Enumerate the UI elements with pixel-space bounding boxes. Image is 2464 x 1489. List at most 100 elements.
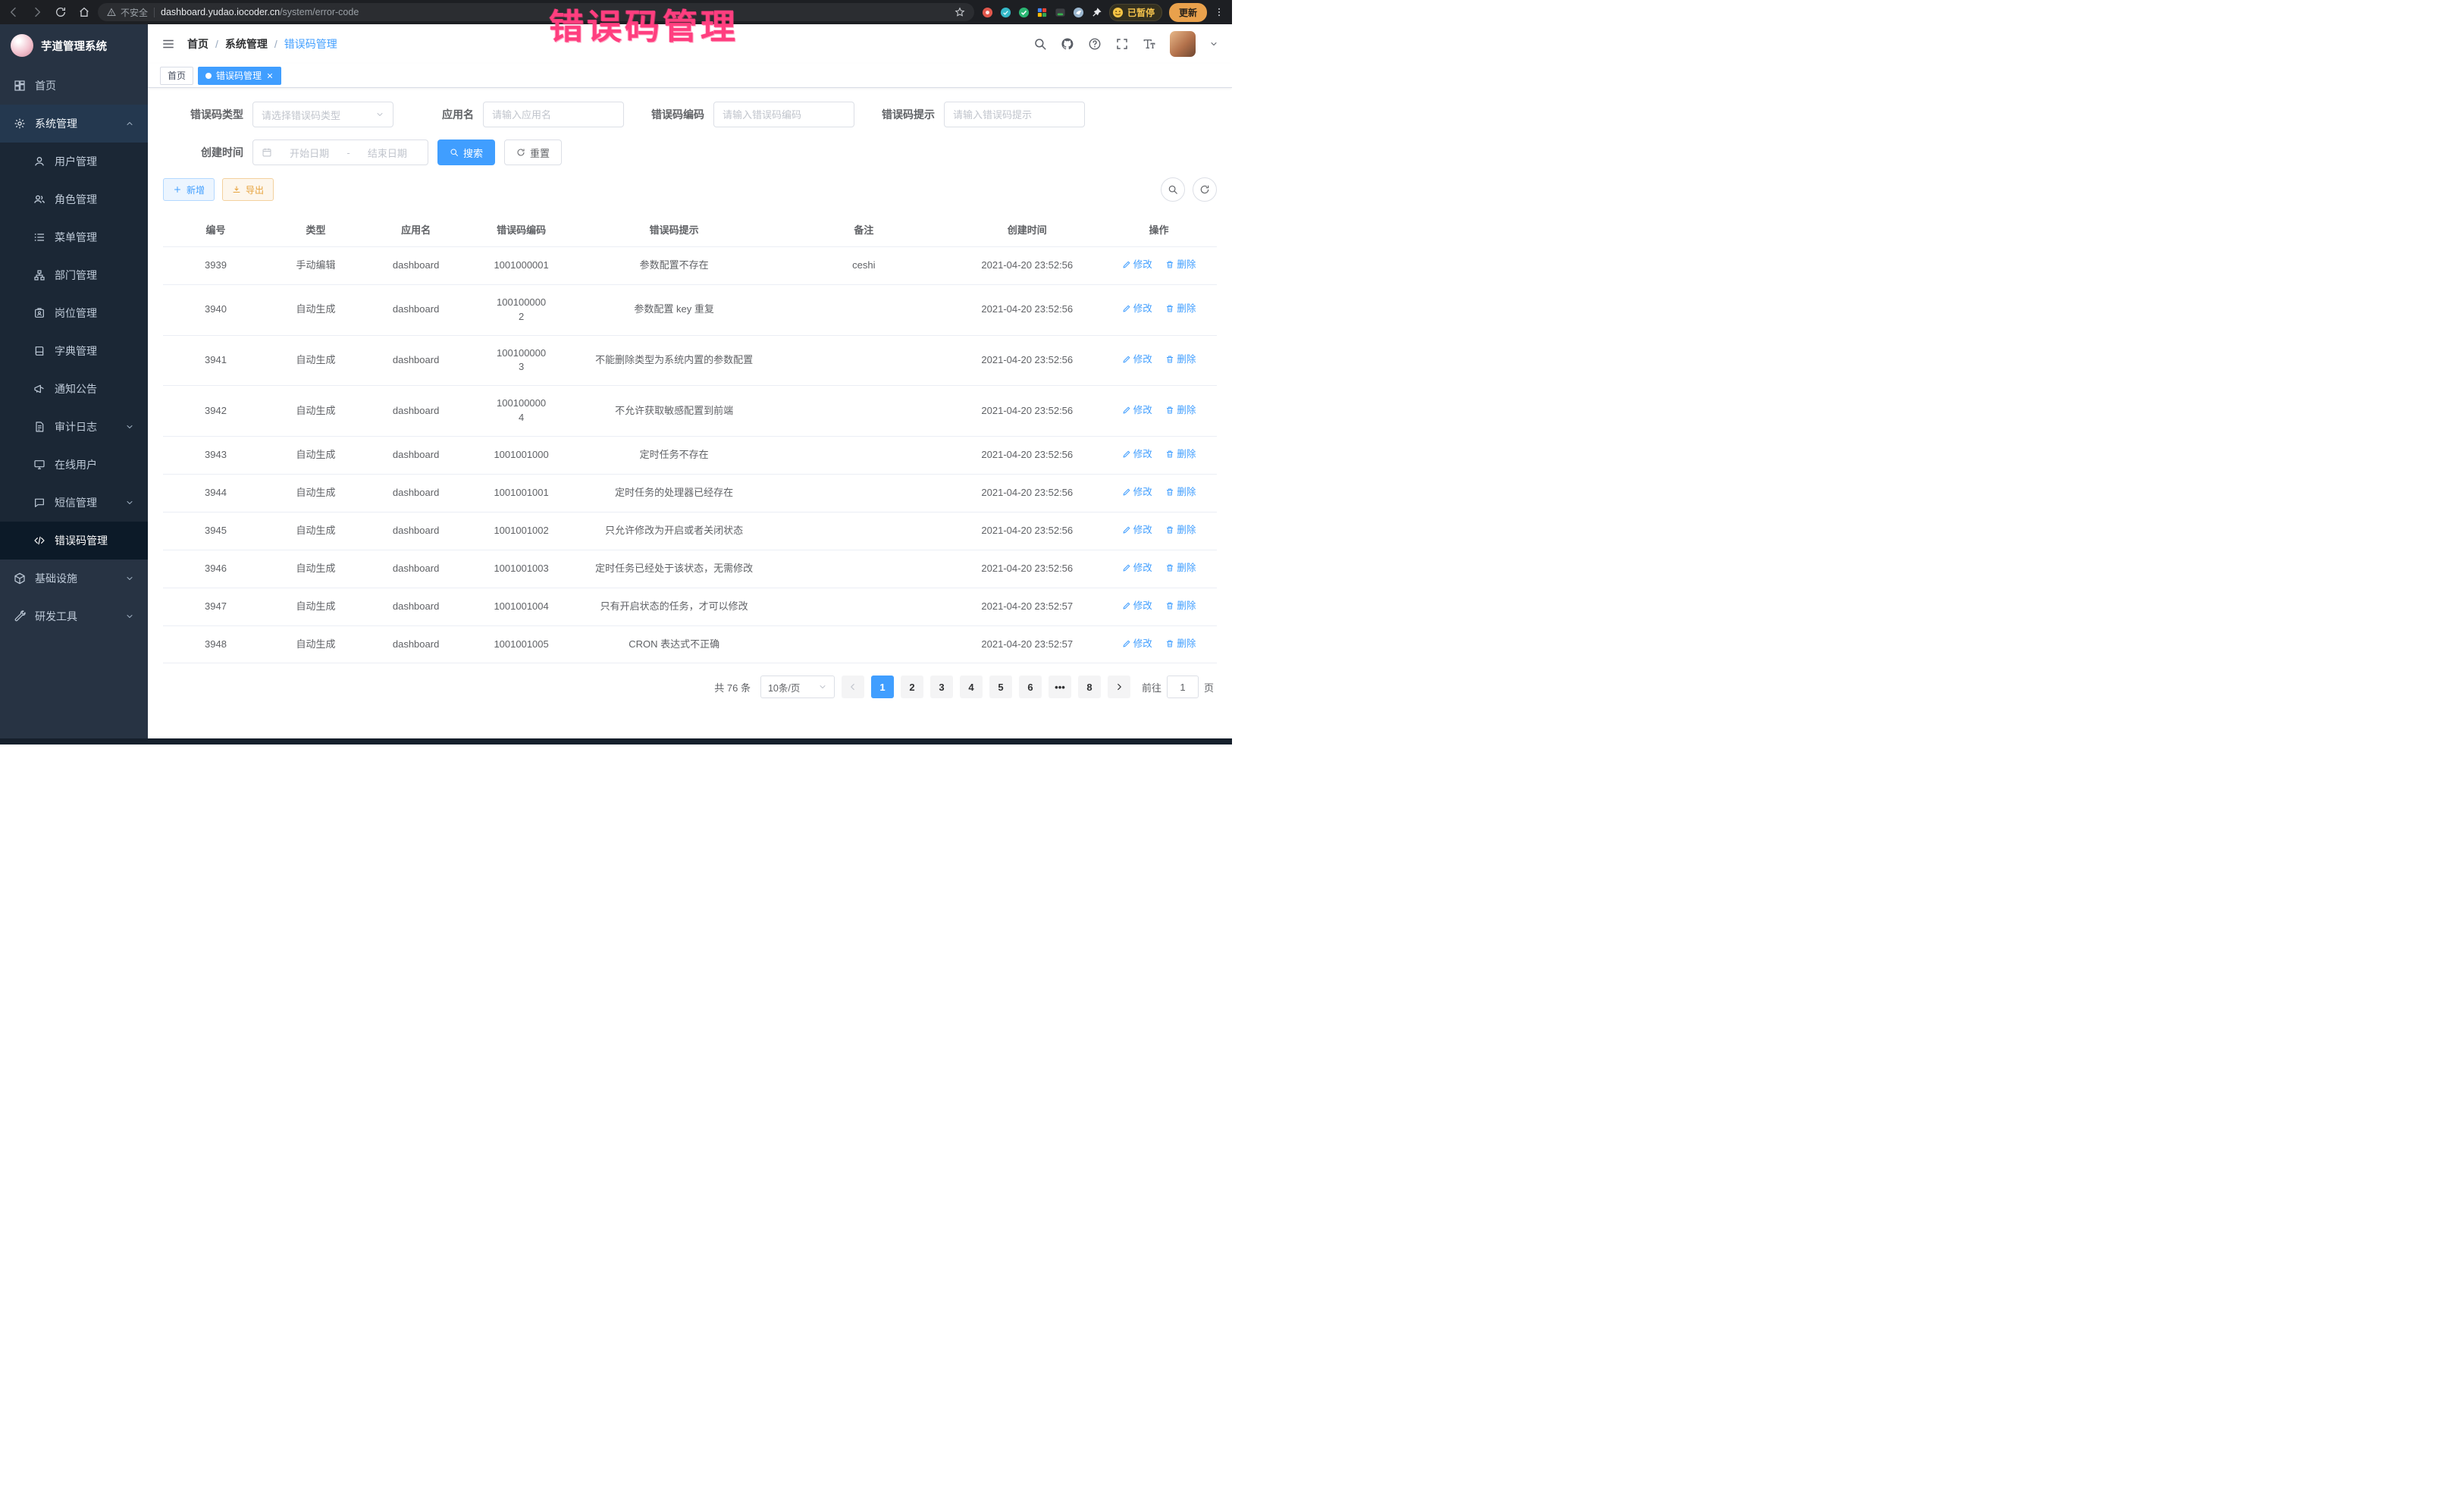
reload-button-icon[interactable] [55, 6, 67, 18]
goto-page-input[interactable] [1167, 676, 1199, 698]
edit-pencil-icon [1122, 406, 1131, 415]
page-button-8[interactable]: 8 [1078, 676, 1101, 698]
sidebar-toggle-hamburger-icon[interactable] [161, 37, 175, 51]
sidebar-item-user-management[interactable]: 用户管理 [0, 143, 148, 180]
filter-row-1: 错误码类型 请选择错误码类型 应用名 错误码编码 [163, 102, 1217, 127]
sidebar-item-online-users[interactable]: 在线用户 [0, 446, 148, 484]
avatar-caret-down-icon[interactable] [1209, 39, 1218, 49]
delete-link[interactable]: 删除 [1165, 258, 1196, 271]
forward-button-icon[interactable] [31, 6, 43, 18]
delete-link[interactable]: 删除 [1165, 353, 1196, 366]
browser-update-button[interactable]: 更新 [1169, 3, 1207, 22]
add-button[interactable]: 新增 [163, 178, 215, 201]
sidebar-item-notice[interactable]: 通知公告 [0, 370, 148, 408]
fullscreen-icon[interactable] [1115, 37, 1129, 51]
edit-link[interactable]: 修改 [1122, 403, 1152, 417]
breadcrumb-item-current[interactable]: 错误码管理 [284, 36, 337, 52]
error-hint-input[interactable] [944, 102, 1085, 127]
page-button-3[interactable]: 3 [930, 676, 953, 698]
toggle-search-button[interactable] [1161, 177, 1185, 202]
edit-link[interactable]: 修改 [1122, 599, 1152, 613]
omnibox-divider [154, 8, 155, 17]
font-size-icon[interactable] [1143, 37, 1156, 51]
github-icon[interactable] [1061, 37, 1074, 51]
red-circle-extension-icon[interactable] [982, 7, 993, 18]
page-button-6[interactable]: 6 [1019, 676, 1042, 698]
teal-circle-extension-icon[interactable] [1000, 7, 1011, 18]
delete-link[interactable]: 删除 [1165, 637, 1196, 650]
error-code-input[interactable] [713, 102, 854, 127]
refresh-icon [1199, 184, 1210, 195]
page-button-2[interactable]: 2 [901, 676, 923, 698]
user-avatar[interactable] [1170, 31, 1196, 57]
breadcrumb-item-system[interactable]: 系统管理 [225, 36, 268, 52]
home-button-icon[interactable] [78, 6, 90, 18]
question-help-icon[interactable] [1088, 37, 1102, 51]
next-page-button[interactable] [1108, 676, 1130, 698]
green-check-extension-icon[interactable] [1018, 7, 1030, 18]
sidebar-item-error-code-management[interactable]: 错误码管理 [0, 522, 148, 560]
delete-link[interactable]: 删除 [1165, 599, 1196, 613]
tag-error-code-management[interactable]: 错误码管理 [198, 67, 281, 85]
edit-link[interactable]: 修改 [1122, 258, 1152, 271]
tag-home[interactable]: 首页 [160, 67, 193, 85]
page-button-5[interactable]: 5 [989, 676, 1012, 698]
page-button-1[interactable]: 1 [871, 676, 894, 698]
sidebar-item-post-management[interactable]: 岗位管理 [0, 294, 148, 332]
page-ellipsis-button[interactable]: ••• [1049, 676, 1071, 698]
security-chip[interactable]: 不安全 [107, 6, 148, 19]
delete-link[interactable]: 删除 [1165, 523, 1196, 537]
prev-page-button[interactable] [842, 676, 864, 698]
error-type-select[interactable]: 请选择错误码类型 [252, 102, 393, 127]
page-button-4[interactable]: 4 [960, 676, 983, 698]
bookmark-star-icon[interactable] [955, 7, 965, 17]
paused-label: 已暂停 [1127, 6, 1155, 19]
edit-link[interactable]: 修改 [1122, 447, 1152, 461]
color-grid-extension-icon[interactable] [1036, 7, 1048, 18]
edit-link[interactable]: 修改 [1122, 637, 1152, 650]
export-button[interactable]: 导出 [222, 178, 274, 201]
cell-created-time: 2021-04-20 23:52:56 [953, 335, 1101, 386]
sidebar-item-menu-management[interactable]: 菜单管理 [0, 218, 148, 256]
pin-extension-icon[interactable] [1091, 7, 1102, 18]
back-button-icon[interactable] [8, 6, 20, 18]
edit-link[interactable]: 修改 [1122, 353, 1152, 366]
bird-extension-icon[interactable] [1073, 7, 1084, 18]
reset-button[interactable]: 重置 [504, 139, 562, 165]
app-name-input[interactable] [483, 102, 624, 127]
edit-link[interactable]: 修改 [1122, 302, 1152, 315]
delete-link[interactable]: 删除 [1165, 485, 1196, 499]
column-header-actions: 操作 [1101, 212, 1217, 247]
sidebar-item-dev-tools[interactable]: 研发工具 [0, 597, 148, 635]
sidebar-item-home[interactable]: 首页 [0, 67, 148, 105]
breadcrumb-item-home[interactable]: 首页 [187, 36, 208, 52]
edit-link[interactable]: 修改 [1122, 561, 1152, 575]
page-size-select[interactable]: 10条/页 [760, 676, 835, 698]
tag-close-icon[interactable] [266, 72, 274, 80]
delete-link[interactable]: 删除 [1165, 447, 1196, 461]
app-logo[interactable]: 芋道管理系统 [0, 24, 148, 67]
search-icon[interactable] [1033, 37, 1047, 51]
edit-link[interactable]: 修改 [1122, 485, 1152, 499]
dark-switch-extension-icon[interactable] [1055, 7, 1066, 18]
goto-suffix: 页 [1204, 680, 1214, 694]
address-bar[interactable]: 不安全 dashboard.yudao.iocoder.cn/system/er… [98, 3, 974, 21]
browser-menu-kebab-icon[interactable] [1214, 7, 1224, 17]
table-row: 3948 自动生成 dashboard 1001001005 CRON 表达式不… [163, 625, 1217, 663]
delete-link[interactable]: 删除 [1165, 403, 1196, 417]
profile-paused-badge[interactable]: 已暂停 [1109, 4, 1162, 21]
date-range-picker[interactable]: 开始日期 - 结束日期 [252, 139, 428, 165]
sidebar-item-audit-log[interactable]: 审计日志 [0, 408, 148, 446]
delete-link[interactable]: 删除 [1165, 302, 1196, 315]
search-button[interactable]: 搜索 [437, 139, 495, 165]
edit-link[interactable]: 修改 [1122, 523, 1152, 537]
refresh-table-button[interactable] [1193, 177, 1217, 202]
sidebar-item-sms-management[interactable]: 短信管理 [0, 484, 148, 522]
sidebar-item-infrastructure[interactable]: 基础设施 [0, 560, 148, 597]
table-row: 3944 自动生成 dashboard 1001001001 定时任务的处理器已… [163, 474, 1217, 512]
sidebar-item-dept-management[interactable]: 部门管理 [0, 256, 148, 294]
sidebar-item-system-management[interactable]: 系统管理 [0, 105, 148, 143]
sidebar-item-dict-management[interactable]: 字典管理 [0, 332, 148, 370]
delete-link[interactable]: 删除 [1165, 561, 1196, 575]
sidebar-item-role-management[interactable]: 角色管理 [0, 180, 148, 218]
